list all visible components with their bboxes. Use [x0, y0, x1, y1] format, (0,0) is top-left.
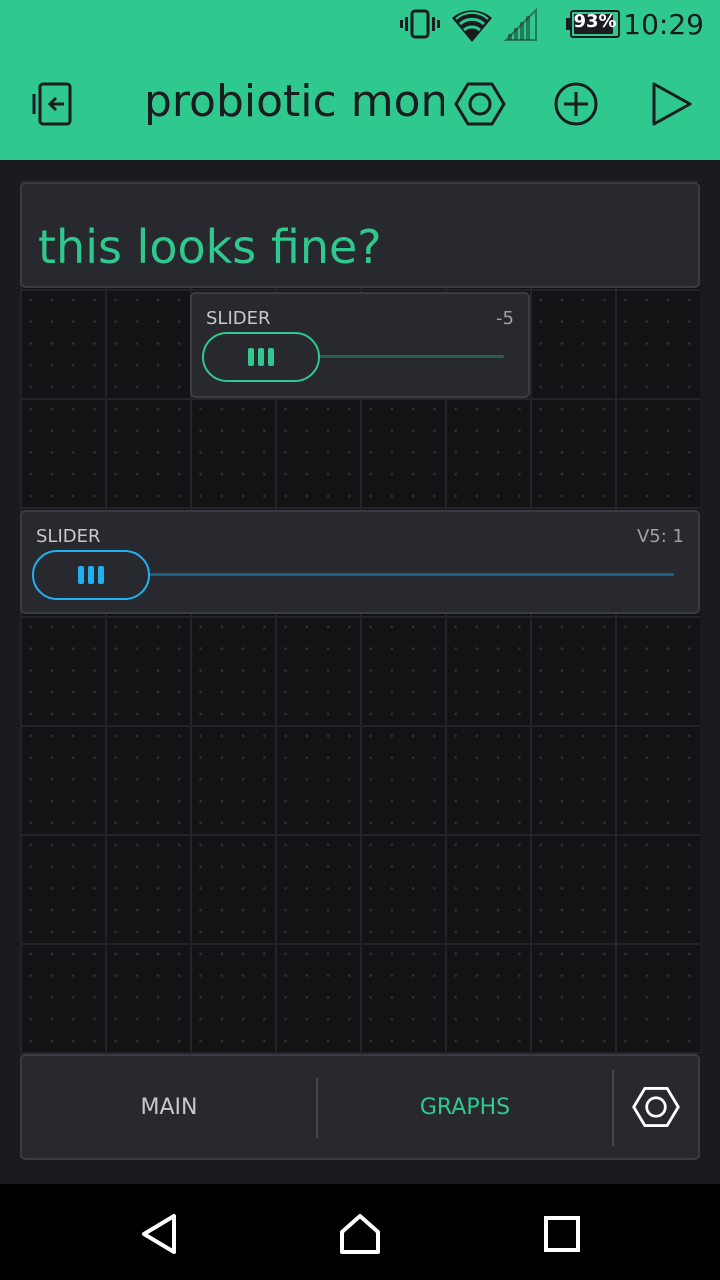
- app-header: 93% 10:29 probiotic monit: [0, 0, 720, 160]
- tab-main[interactable]: MAIN: [22, 1056, 316, 1158]
- grip-icon: [248, 348, 274, 366]
- vibrate-icon: [400, 9, 440, 39]
- hexagon-settings-icon: [632, 1087, 680, 1127]
- play-icon[interactable]: [644, 76, 700, 132]
- exit-icon[interactable]: [30, 76, 86, 132]
- recents-icon[interactable]: [540, 1212, 584, 1256]
- slider-value: -5: [496, 308, 514, 329]
- tab-graphs[interactable]: GRAPHS: [318, 1056, 612, 1158]
- value-display-widget[interactable]: this looks fine?: [20, 182, 700, 288]
- slider-knob[interactable]: [32, 550, 150, 600]
- add-circle-icon[interactable]: [548, 76, 604, 132]
- tab-graphs-label: GRAPHS: [419, 1094, 511, 1120]
- slider-widget-2[interactable]: SLIDER V5: 1: [20, 510, 700, 614]
- tab-settings[interactable]: [614, 1056, 698, 1158]
- system-nav-bar: [0, 1184, 720, 1280]
- slider-value: V5: 1: [636, 526, 684, 547]
- slider-widget-1[interactable]: SLIDER -5: [190, 292, 530, 398]
- hexagon-settings-icon[interactable]: [452, 76, 508, 132]
- slider-knob[interactable]: [202, 332, 320, 382]
- battery-icon: 93%: [566, 10, 620, 38]
- tab-bar: MAIN GRAPHS: [20, 1054, 700, 1160]
- status-bar: 93% 10:29: [0, 0, 720, 50]
- back-icon[interactable]: [138, 1212, 182, 1256]
- battery-percent: 93%: [573, 11, 617, 32]
- home-icon[interactable]: [338, 1212, 382, 1256]
- slider-title: SLIDER: [206, 308, 271, 329]
- cell-signal-icon: [504, 7, 537, 41]
- slider-track[interactable]: [312, 355, 504, 358]
- toolbar: probiotic monit: [0, 50, 720, 160]
- slider-title: SLIDER: [36, 526, 101, 547]
- value-display-text: this looks fine?: [38, 220, 382, 274]
- app-title: probiotic monit: [144, 76, 444, 127]
- grip-icon: [78, 566, 104, 584]
- wifi-icon: [452, 10, 492, 42]
- status-time: 10:29: [623, 8, 704, 41]
- tab-main-label: MAIN: [140, 1094, 198, 1120]
- slider-track[interactable]: [142, 573, 674, 576]
